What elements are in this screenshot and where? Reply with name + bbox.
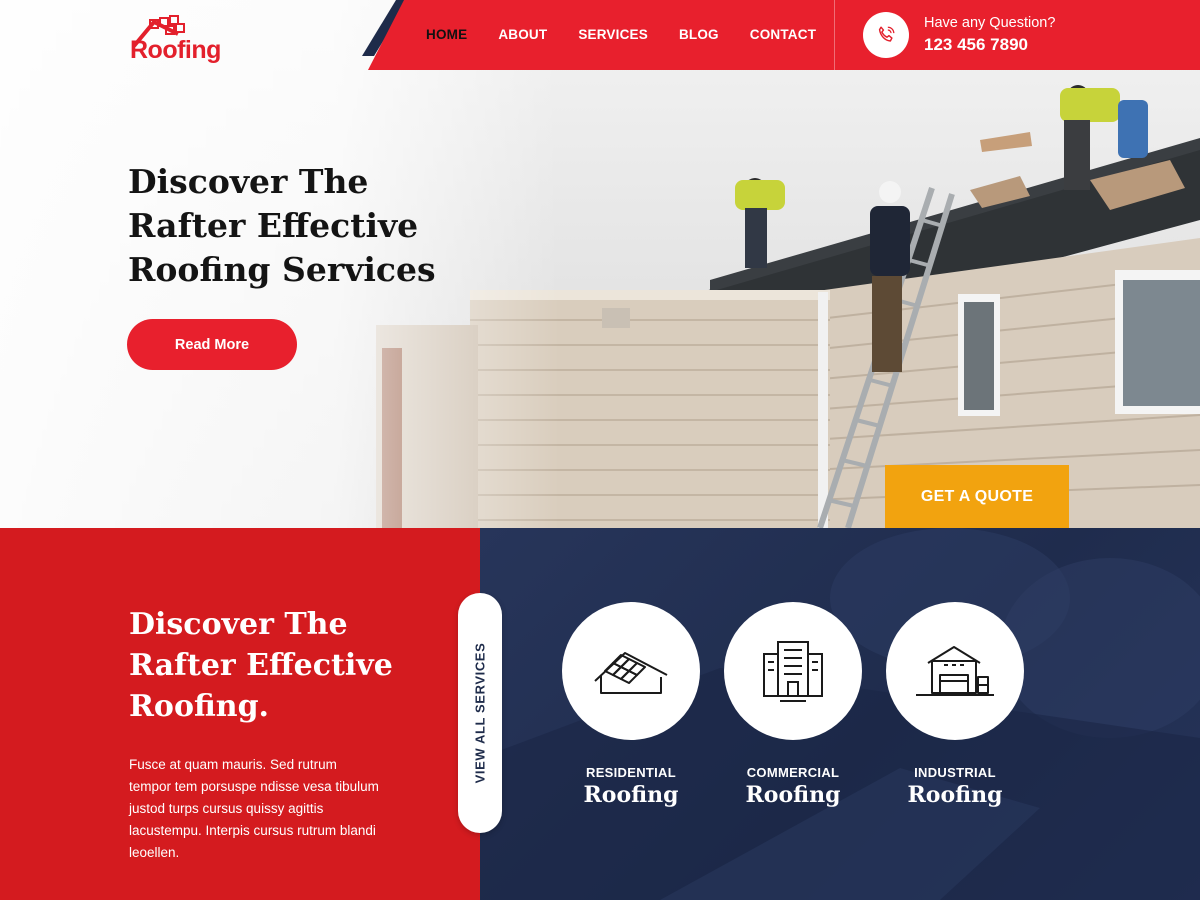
service-icon-circle	[724, 602, 862, 740]
phone-icon	[878, 26, 895, 42]
main-nav: HOME ABOUT SERVICES BLOG CONTACT	[426, 27, 847, 42]
about-text: Fusce at quam mauris. Sed rutrum tempor …	[129, 757, 379, 860]
nav-services[interactable]: SERVICES	[578, 27, 648, 42]
service-category: RESIDENTIAL	[586, 765, 676, 780]
nav-contact[interactable]: CONTACT	[750, 27, 816, 42]
nav-blog[interactable]: BLOG	[679, 27, 719, 42]
house-roof-icon	[594, 652, 668, 694]
contact-question: Have any Question?	[924, 15, 1056, 31]
hero-title: Discover The Rafter Effective Roofing Se…	[128, 162, 436, 289]
view-all-services-button[interactable]: VIEW ALL SERVICES	[458, 593, 502, 833]
read-more-button[interactable]: Read More	[127, 319, 297, 370]
service-icon-circle	[562, 602, 700, 740]
building-icon	[763, 641, 823, 702]
service-name: Roofing	[907, 782, 1003, 808]
warehouse-icon	[916, 646, 994, 696]
service-name: Roofing	[583, 782, 679, 808]
service-category: INDUSTRIAL	[914, 765, 996, 780]
service-name: Roofing	[745, 782, 841, 808]
nav-home[interactable]: HOME	[426, 27, 467, 42]
service-icon-circle	[886, 602, 1024, 740]
service-residential[interactable]: RESIDENTIAL Roofing	[562, 602, 700, 808]
view-all-services-label: VIEW ALL SERVICES	[472, 642, 488, 784]
service-industrial[interactable]: INDUSTRIAL Roofing	[886, 602, 1024, 808]
service-category: COMMERCIAL	[746, 765, 840, 780]
service-commercial[interactable]: COMMERCIAL Roofing	[724, 602, 862, 808]
about-title: Discover The Rafter Effective Roofing.	[129, 607, 393, 724]
phone-button[interactable]	[863, 12, 909, 58]
contact-bar: Have any Question? 123 456 7890	[834, 0, 1200, 70]
nav-about[interactable]: ABOUT	[498, 27, 547, 42]
get-quote-button[interactable]: GET A QUOTE	[885, 465, 1069, 528]
logo-text[interactable]: Roofing	[130, 36, 221, 65]
contact-phone[interactable]: 123 456 7890	[924, 35, 1028, 55]
